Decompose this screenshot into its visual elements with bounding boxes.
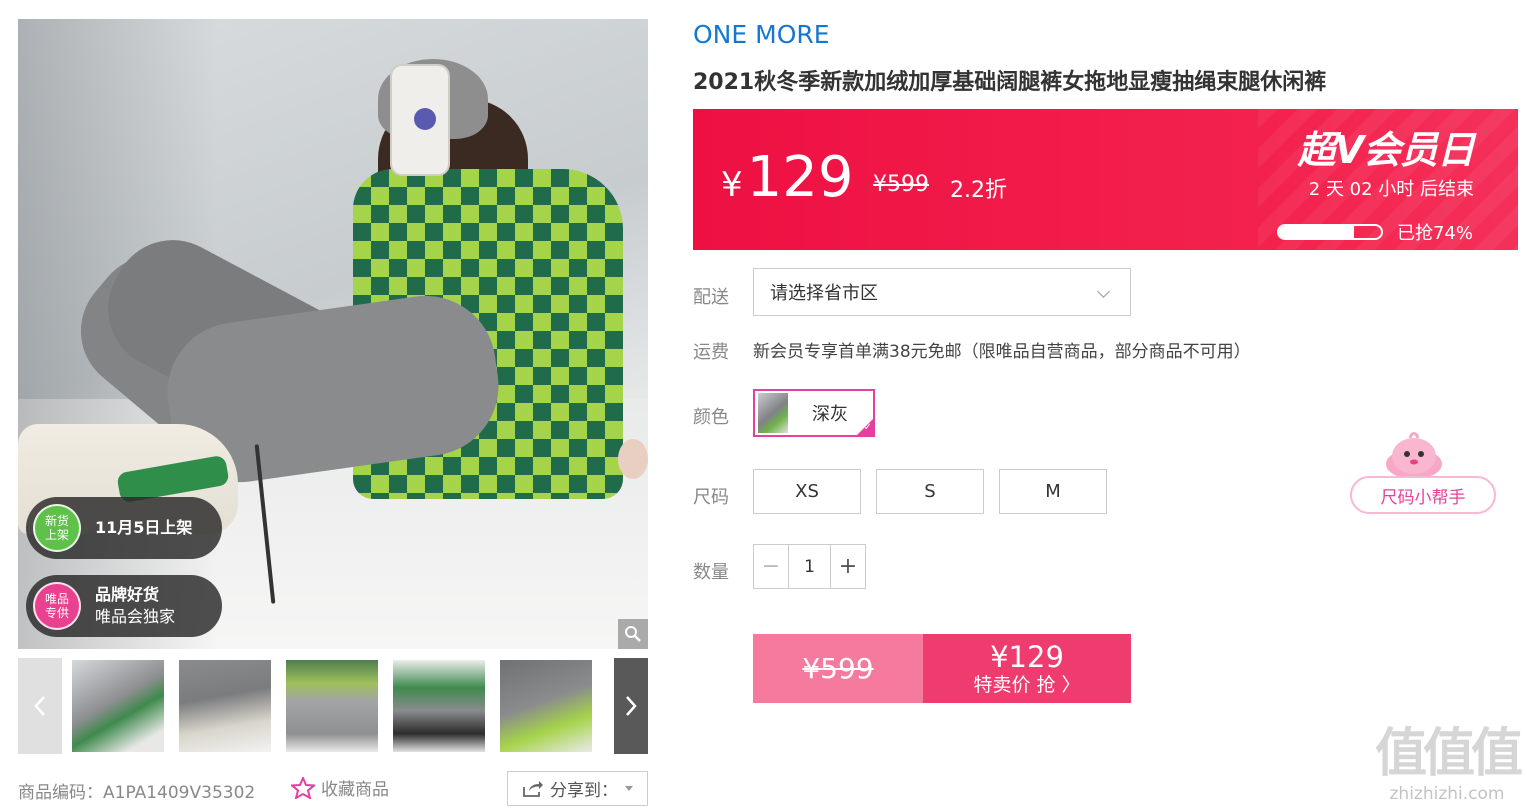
watermark-url: zhizhizhi.com [1389, 784, 1505, 804]
chevron-right-icon [626, 696, 637, 716]
shipping-label: 配送 [693, 287, 729, 308]
product-title: 2021秋冬季新款加绒加厚基础阔腿裤女拖地显瘦抽绳束腿休闲裤 [693, 70, 1327, 95]
event-title: 超V会员日 [1297, 128, 1475, 172]
size-helper[interactable]: 尺码小帮手 [1350, 432, 1496, 516]
photo-hand [618, 439, 648, 479]
watermark-logo: 值值值 [1374, 724, 1523, 784]
sold-progress-label: 已抢74% [1396, 223, 1473, 244]
sold-progress: 已抢74% [1276, 219, 1473, 245]
product-page: 新货 上架 11月5日上架 唯品 专供 品牌好货 唯品会独家 商品编码：A1PA… [0, 0, 1527, 811]
product-meta-row: 商品编码：A1PA1409V35302 收藏商品 分享到： [18, 770, 658, 806]
quantity-minus-button[interactable]: − [754, 545, 788, 588]
thumbnail-strip [18, 658, 648, 754]
buy-sale-area[interactable]: ¥129 特卖价 抢 〉 [923, 634, 1131, 703]
exclusive-title: 品牌好货 [95, 585, 160, 604]
mascot-icon [1386, 432, 1442, 478]
star-icon [291, 776, 315, 799]
discount-rate: 2.2折 [950, 178, 1007, 203]
zoom-icon[interactable] [618, 619, 648, 649]
buy-button[interactable]: ¥599 ¥129 特卖价 抢 〉 [753, 634, 1131, 703]
exclusive-badge: 唯品 专供 品牌好货 唯品会独家 [26, 575, 222, 637]
thumbnail-5[interactable] [498, 658, 594, 754]
quantity-plus-button[interactable]: + [831, 545, 865, 588]
thumbnail-next-button[interactable] [614, 658, 648, 754]
countdown-timer: 2 天 02 小时 后结束 [1308, 179, 1474, 200]
main-product-image[interactable]: 新货 上架 11月5日上架 唯品 专供 品牌好货 唯品会独家 [18, 19, 648, 649]
new-arrival-date: 11月5日上架 [95, 518, 193, 537]
site-watermark: 值值值 zhizhizhi.com [1372, 724, 1523, 809]
color-swatch-image [758, 393, 788, 433]
exclusive-icon: 唯品 专供 [33, 582, 81, 630]
size-option-xs[interactable]: XS [753, 469, 861, 514]
buy-original-price: ¥599 [753, 634, 923, 703]
thumbnail-prev-button[interactable] [18, 658, 62, 754]
thumbnail-2[interactable] [177, 658, 273, 754]
thumbnail-4[interactable] [391, 658, 487, 754]
share-icon [523, 780, 543, 797]
freight-label: 运费 [693, 342, 729, 363]
size-option-m[interactable]: M [999, 469, 1107, 514]
size-option-s[interactable]: S [876, 469, 984, 514]
freight-text: 新会员专享首单满38元免邮（限唯品自营商品，部分商品不可用） [753, 342, 1251, 362]
check-icon: ✓ [863, 422, 872, 433]
caret-down-icon [625, 786, 633, 791]
region-select[interactable]: 请选择省市区 [753, 268, 1131, 316]
current-price: ¥ 129 [721, 145, 854, 210]
share-dropdown[interactable]: 分享到： [507, 771, 648, 806]
chevron-left-icon [34, 696, 45, 716]
photo-phone [390, 64, 450, 176]
color-option-dark-gray[interactable]: 深灰 ✓ [753, 389, 875, 437]
color-label: 颜色 [693, 407, 729, 428]
new-arrival-badge: 新货 上架 11月5日上架 [26, 497, 222, 559]
sku-code: 商品编码：A1PA1409V35302 [18, 783, 256, 803]
thumbnail-3[interactable] [284, 658, 380, 754]
quantity-input[interactable]: 1 [788, 545, 831, 588]
thumbnail-1[interactable] [70, 658, 166, 754]
favorite-button[interactable]: 收藏商品 [291, 775, 389, 800]
original-price: ¥599 [873, 172, 929, 197]
buy-cta-label: 特卖价 抢 〉 [973, 673, 1081, 696]
size-label: 尺码 [693, 487, 729, 508]
exclusive-subtitle: 唯品会独家 [95, 607, 176, 626]
sold-progress-fill [1278, 226, 1355, 238]
quantity-label: 数量 [693, 562, 729, 583]
chevron-down-icon [1097, 285, 1110, 298]
quantity-stepper: − 1 + [753, 544, 866, 589]
sold-progress-bar [1276, 224, 1383, 240]
buy-sale-price: ¥129 [990, 639, 1064, 674]
new-arrival-icon: 新货 上架 [33, 504, 81, 552]
price-banner: ¥ 129 ¥599 2.2折 超V会员日 2 天 02 小时 后结束 已抢74… [693, 109, 1518, 250]
brand-name[interactable]: ONE MORE [693, 20, 830, 49]
